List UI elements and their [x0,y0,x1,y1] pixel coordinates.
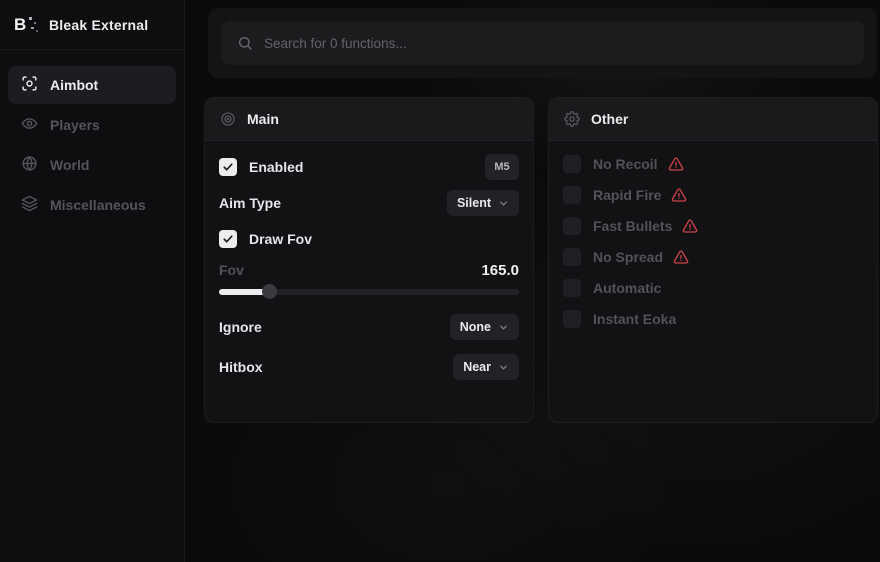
keybind-badge[interactable]: M5 [485,154,519,180]
warning-icon [673,249,689,265]
layers-icon [21,195,38,215]
fov-value: 165.0 [481,262,519,279]
draw-fov-label: Draw Fov [249,231,312,247]
automatic-checkbox[interactable] [563,279,581,297]
panels-row: Main Enabled M5 Aim Type Silent [204,97,878,423]
draw-fov-row: Draw Fov [219,225,519,253]
hitbox-row: Hitbox Near [219,353,519,381]
warning-icon [682,218,698,234]
sidebar-nav: Aimbot Players World Miscellaneous [0,50,184,240]
rapid-fire-checkbox[interactable] [563,186,581,204]
sidebar-item-label: World [50,157,89,173]
rapid-fire-label: Rapid Fire [593,187,661,203]
warning-icon [671,187,687,203]
main-content: Main Enabled M5 Aim Type Silent [186,0,880,562]
main-panel-body: Enabled M5 Aim Type Silent Draw Fov [205,141,533,393]
draw-fov-checkbox[interactable] [219,230,237,248]
fov-header-row: Fov 165.0 [219,259,519,281]
panel-title: Main [247,111,279,127]
main-panel-header: Main [205,98,533,141]
aim-type-dropdown[interactable]: Silent [447,190,519,216]
aim-type-row: Aim Type Silent [219,189,519,217]
enabled-row: Enabled M5 [219,153,519,181]
sidebar-item-world[interactable]: World [8,146,176,184]
no-spread-checkbox[interactable] [563,248,581,266]
no-spread-label: No Spread [593,249,663,265]
app-title: Bleak External [49,17,148,33]
chevron-down-icon [498,362,509,373]
sidebar-item-aimbot[interactable]: Aimbot [8,66,176,104]
fov-label: Fov [219,262,244,278]
sidebar-item-players[interactable]: Players [8,106,176,144]
sidebar-item-miscellaneous[interactable]: Miscellaneous [8,186,176,224]
no-recoil-row: No Recoil [563,153,863,175]
fast-bullets-label: Fast Bullets [593,218,672,234]
globe-icon [21,155,38,175]
no-recoil-label: No Recoil [593,156,658,172]
hitbox-label: Hitbox [219,359,263,375]
other-panel-header: Other [549,98,877,141]
sidebar-item-label: Aimbot [50,77,98,93]
sidebar-header: B Bleak External [0,0,184,50]
main-panel: Main Enabled M5 Aim Type Silent [204,97,534,423]
chevron-down-icon [498,322,509,333]
target-icon [220,111,236,127]
other-panel: Other No Recoil Rapid Fire Fast Bullets [548,97,878,423]
automatic-row: Automatic [563,277,863,299]
hitbox-dropdown[interactable]: Near [453,354,519,380]
search-bar-container [208,8,877,78]
search-input[interactable] [264,36,849,51]
fov-slider-handle[interactable] [262,284,277,299]
scan-icon [21,75,38,95]
ignore-label: Ignore [219,319,262,335]
fast-bullets-row: Fast Bullets [563,215,863,237]
instant-eoka-label: Instant Eoka [593,311,676,327]
panel-title: Other [591,111,628,127]
search-icon [237,35,253,51]
sidebar: B Bleak External Aimbot Players World Mi… [0,0,185,562]
app-logo-icon: B [14,14,38,36]
chevron-down-icon [498,198,509,209]
sidebar-item-label: Players [50,117,100,133]
no-recoil-checkbox[interactable] [563,155,581,173]
enabled-label: Enabled [249,159,303,175]
rapid-fire-row: Rapid Fire [563,184,863,206]
enabled-checkbox[interactable] [219,158,237,176]
aim-type-label: Aim Type [219,195,281,211]
gear-icon [564,111,580,127]
no-spread-row: No Spread [563,246,863,268]
ignore-dropdown[interactable]: None [450,314,519,340]
eye-icon [21,115,38,135]
search-box[interactable] [222,21,864,65]
other-panel-body: No Recoil Rapid Fire Fast Bullets No Spr… [549,141,877,351]
ignore-row: Ignore None [219,313,519,341]
sidebar-item-label: Miscellaneous [50,197,146,213]
fov-slider[interactable] [219,284,519,299]
warning-icon [668,156,684,172]
instant-eoka-checkbox[interactable] [563,310,581,328]
automatic-label: Automatic [593,280,661,296]
fast-bullets-checkbox[interactable] [563,217,581,235]
instant-eoka-row: Instant Eoka [563,308,863,330]
